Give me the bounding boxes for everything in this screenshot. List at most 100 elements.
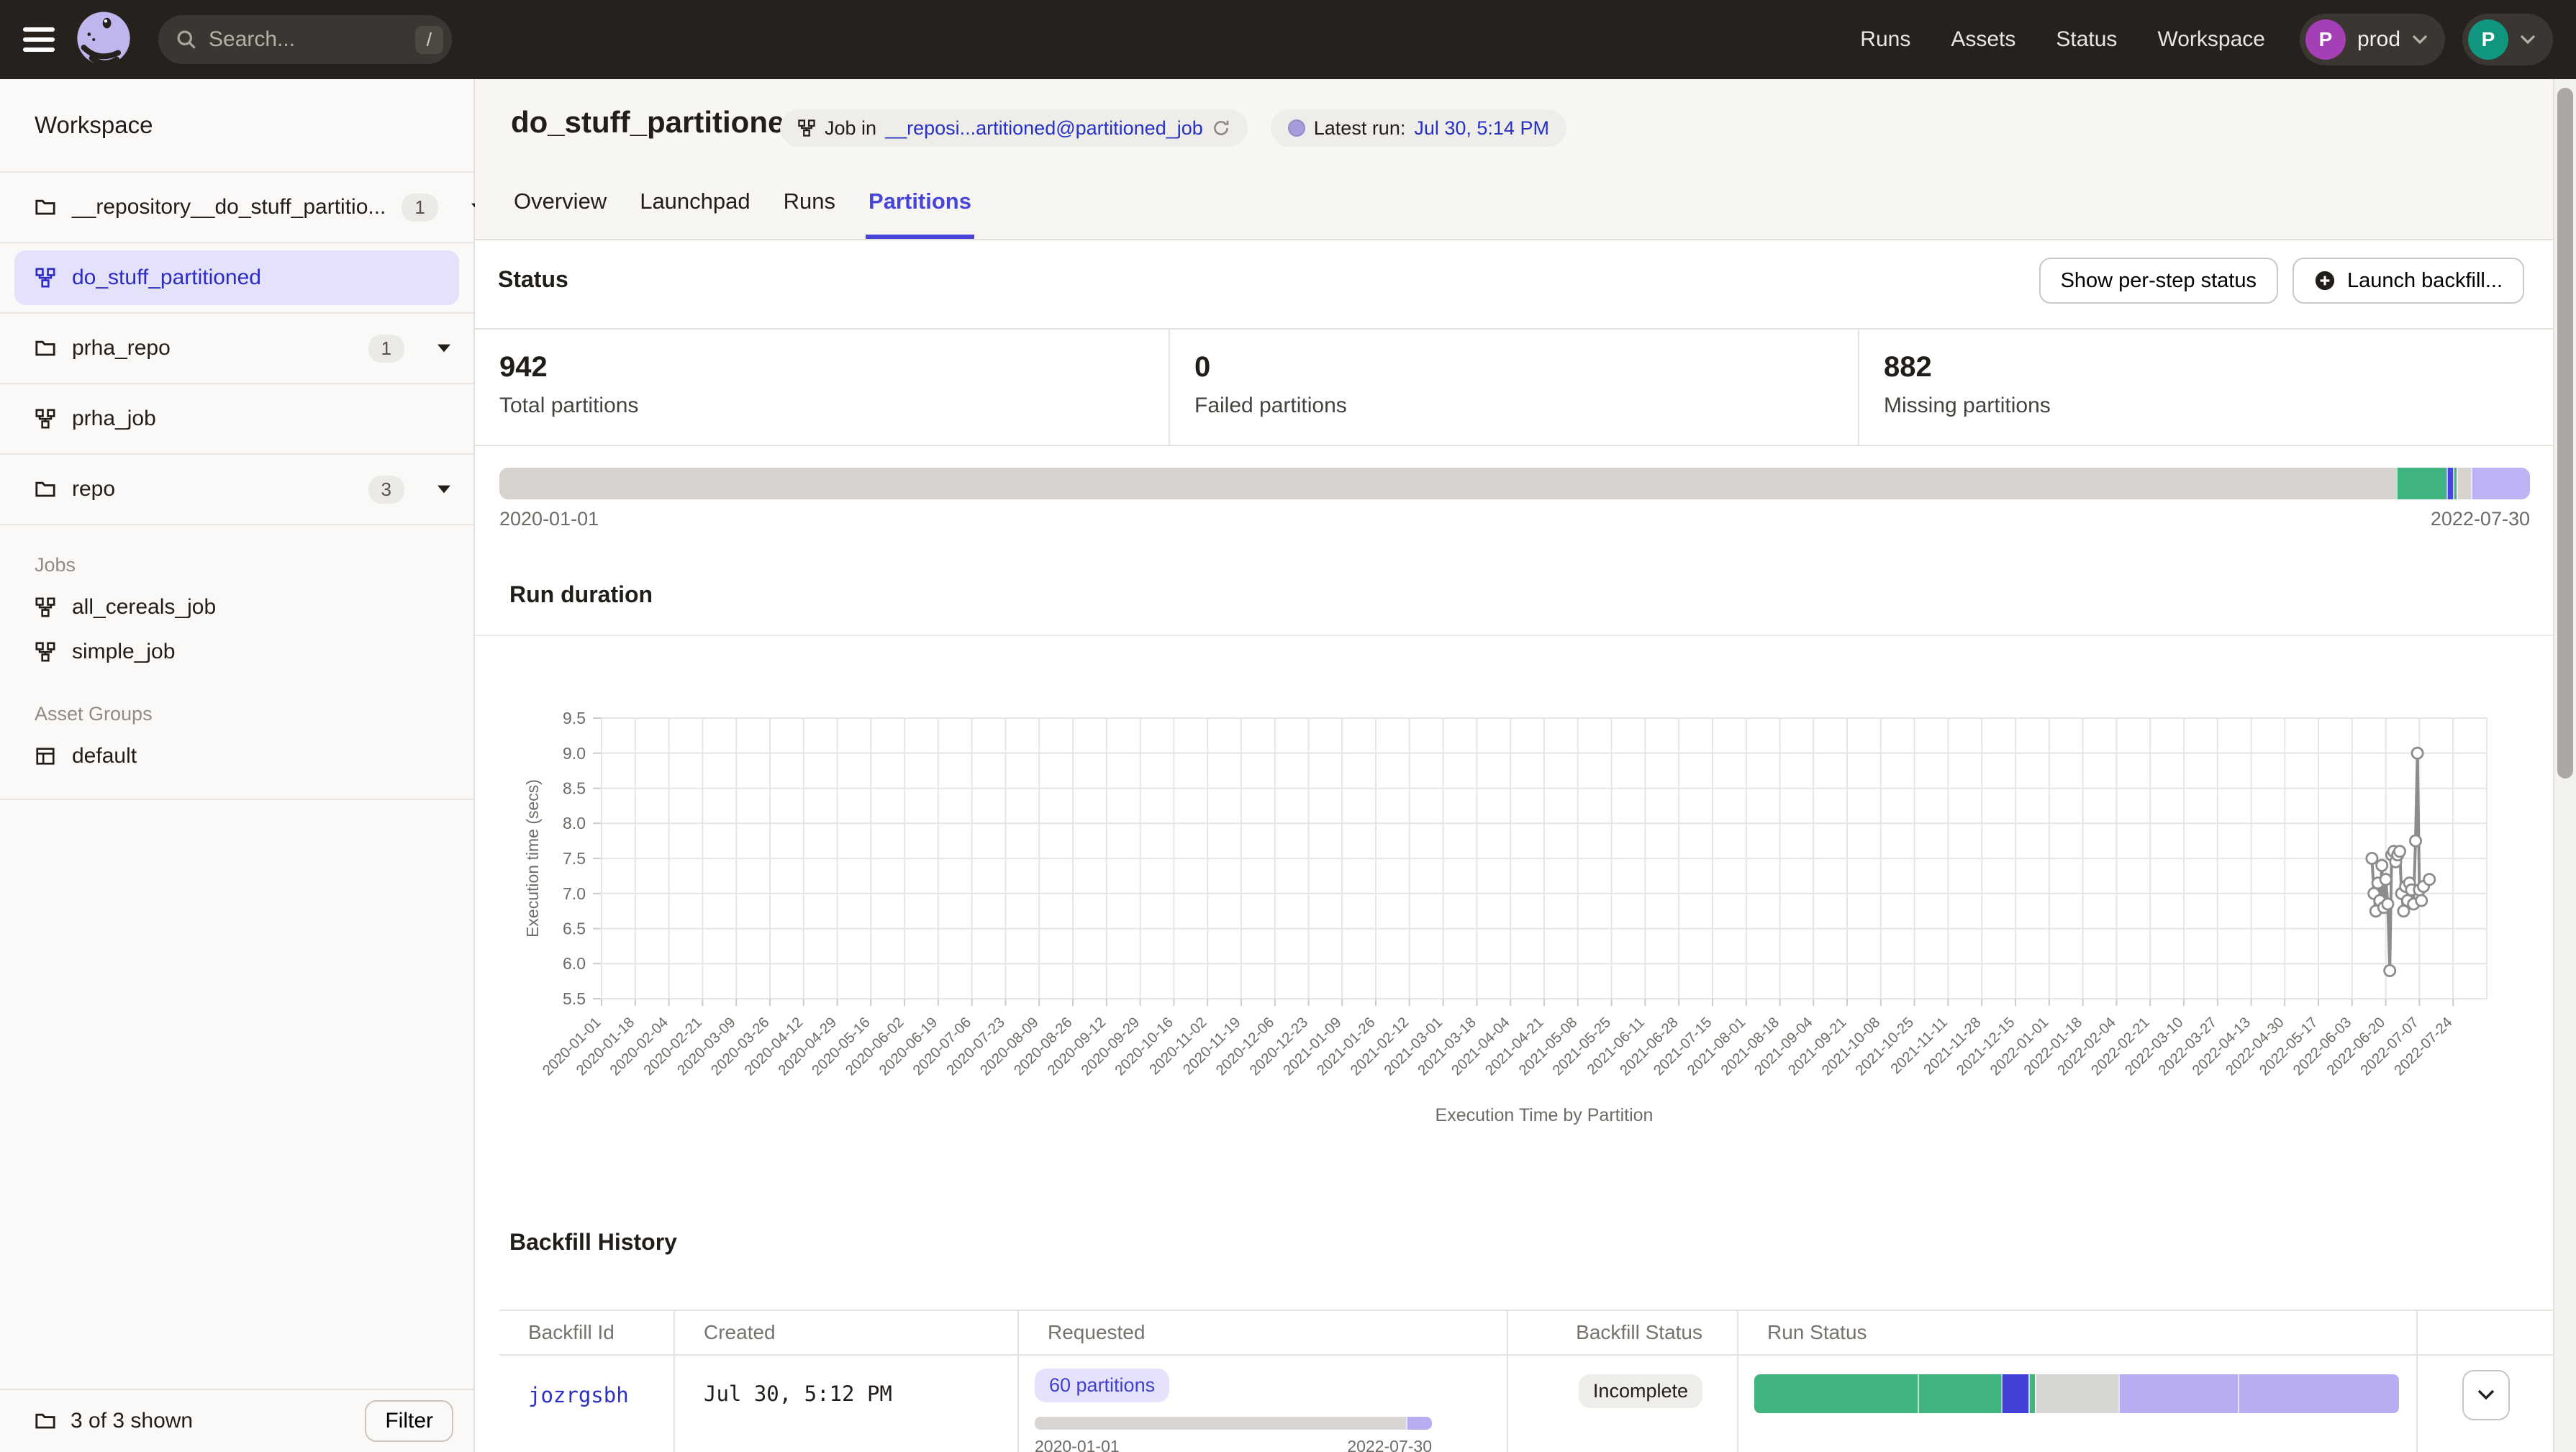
col-run-status: Run Status: [1737, 1311, 2416, 1354]
job-tabs: Overview Launchpad Runs Partitions: [511, 189, 974, 239]
job-icon: [35, 641, 56, 663]
search-icon: [176, 29, 197, 50]
search-shortcut-key: /: [415, 26, 443, 54]
svg-text:Execution Time by Partition: Execution Time by Partition: [1436, 1105, 1654, 1125]
main-content: do_stuff_partitioned Job in __reposi...a…: [475, 79, 2576, 1452]
count-badge: 1: [368, 335, 404, 363]
asset-groups-section: Asset Groups default: [0, 674, 473, 800]
sidebar-job-simple_job[interactable]: simple_job: [0, 630, 473, 674]
backfill-history-table: Backfill Id Created Requested Backfill S…: [499, 1310, 2553, 1452]
launch-backfill-button[interactable]: Launch backfill...: [2292, 258, 2524, 304]
show-per-step-status-button[interactable]: Show per-step status: [2039, 258, 2278, 304]
search-input[interactable]: Search... /: [158, 15, 452, 64]
job-icon: [797, 119, 816, 137]
expand-row-button[interactable]: [2462, 1370, 2510, 1420]
sidebar-asset-group-default[interactable]: default: [0, 734, 473, 779]
status-heading: Status: [498, 266, 568, 293]
requested-range-end: 2022-07-30: [1347, 1437, 1432, 1452]
nav-link-assets[interactable]: Assets: [1951, 27, 2015, 52]
refresh-icon[interactable]: [1212, 119, 1230, 137]
vertical-scrollbar[interactable]: [2553, 79, 2576, 1452]
table-row: jozrgsbh Jul 30, 5:12 PM 60 partitions 2…: [499, 1356, 2553, 1452]
svg-text:9.0: 9.0: [563, 744, 586, 763]
workspace-sidebar: Workspace __repository__do_stuff_partiti…: [0, 79, 475, 1452]
svg-text:7.5: 7.5: [563, 849, 586, 868]
partition-stats: 942Total partitions0Failed partitions882…: [475, 328, 2553, 446]
stat-missing-partitions: 882Missing partitions: [1858, 330, 2553, 445]
svg-text:6.5: 6.5: [563, 920, 586, 938]
run-duration-chart: 5.56.06.57.07.58.08.59.09.52020-01-01202…: [499, 694, 2514, 1133]
partition-status-bar[interactable]: [499, 468, 2530, 499]
stat-failed-partitions: 0Failed partitions: [1169, 330, 1858, 445]
search-placeholder: Search...: [209, 27, 415, 52]
tab-overview[interactable]: Overview: [511, 189, 609, 239]
folder-icon: [35, 196, 56, 218]
job-origin-tag: Job in __reposi...artitioned@partitioned…: [780, 109, 1248, 147]
requested-range-start: 2020-01-01: [1035, 1437, 1120, 1452]
col-actions: [2416, 1311, 2553, 1354]
nav-link-workspace[interactable]: Workspace: [2157, 27, 2265, 52]
stat-total-partitions: 942Total partitions: [475, 330, 1169, 445]
svg-text:8.5: 8.5: [563, 779, 586, 798]
svg-text:7.0: 7.0: [563, 884, 586, 903]
scrollbar-thumb[interactable]: [2557, 88, 2573, 779]
tab-launchpad[interactable]: Launchpad: [637, 189, 753, 239]
job-origin-prefix: Job in: [825, 117, 876, 140]
sidebar-job-all_cereals_job[interactable]: all_cereals_job: [0, 585, 473, 630]
deployment-name: prod: [2357, 27, 2400, 52]
sidebar-title: Workspace: [0, 79, 473, 173]
chevron-down-icon: [2520, 35, 2536, 45]
page-title: do_stuff_partitioned: [511, 105, 803, 140]
tab-partitions[interactable]: Partitions: [866, 189, 974, 239]
nav-link-status[interactable]: Status: [2056, 27, 2117, 52]
requested-partitions-chip[interactable]: 60 partitions: [1035, 1369, 1169, 1402]
dropdown-caret-icon[interactable]: [437, 344, 450, 353]
dagster-logo-icon[interactable]: [72, 8, 135, 71]
sidebar-item-do-stuff-partitioned[interactable]: do_stuff_partitioned: [0, 243, 473, 314]
dropdown-caret-icon[interactable]: [437, 485, 450, 494]
sidebar-item-prha-repo[interactable]: prha_repo1: [0, 314, 473, 384]
deployment-avatar: P: [2305, 19, 2346, 60]
partition-range-start: 2020-01-01: [499, 508, 599, 530]
asset-group-icon: [35, 745, 56, 767]
run-status-dot: [1288, 119, 1305, 137]
dagster-app: Search... / Runs Assets Status Workspace P …: [0, 0, 2576, 1452]
nav-link-runs[interactable]: Runs: [1860, 27, 1910, 52]
job-icon: [35, 267, 56, 289]
jobs-section: Jobs all_cereals_jobsimple_job: [0, 525, 473, 674]
run-status-bar[interactable]: [1754, 1374, 2399, 1413]
job-origin-link[interactable]: __reposi...artitioned@partitioned_job: [885, 117, 1203, 140]
col-backfill-id: Backfill Id: [499, 1311, 674, 1354]
tab-runs[interactable]: Runs: [781, 189, 838, 239]
job-icon: [35, 596, 56, 618]
menu-icon[interactable]: [23, 22, 55, 58]
backfill-status-badge: Incomplete: [1579, 1374, 1702, 1408]
svg-text:Execution time (secs): Execution time (secs): [523, 779, 542, 938]
workspace-repo-list: __repository__do_stuff_partitio...1do_st…: [0, 173, 473, 525]
latest-run-link[interactable]: Jul 30, 5:14 PM: [1414, 117, 1549, 140]
chevron-down-icon: [2477, 1389, 2495, 1401]
filter-button[interactable]: Filter: [365, 1400, 453, 1442]
svg-text:9.5: 9.5: [563, 709, 586, 727]
user-menu[interactable]: P: [2462, 14, 2553, 65]
latest-run-tag: Latest run: Jul 30, 5:14 PM: [1271, 109, 1566, 147]
col-requested: Requested: [1017, 1311, 1507, 1354]
sidebar-item-repo[interactable]: repo3: [0, 455, 473, 525]
sidebar-footer: 3 of 3 shown Filter: [0, 1389, 473, 1452]
sidebar-item--repository-do-stuff-partitio-[interactable]: __repository__do_stuff_partitio...1: [0, 173, 473, 243]
chevron-down-icon: [2412, 35, 2428, 45]
asset-groups-list: default: [0, 734, 473, 779]
run-duration-heading: Run duration: [509, 581, 653, 608]
jobs-section-label: Jobs: [0, 543, 473, 585]
jobs-list: all_cereals_jobsimple_job: [0, 585, 473, 674]
svg-text:8.0: 8.0: [563, 814, 586, 832]
svg-text:5.5: 5.5: [563, 989, 586, 1008]
folder-icon: [35, 478, 56, 500]
job-header: do_stuff_partitioned Job in __reposi...a…: [475, 79, 2576, 240]
sidebar-item-prha-job[interactable]: prha_job: [0, 384, 473, 455]
deployment-switcher[interactable]: P prod: [2300, 14, 2445, 65]
partition-range-end: 2022-07-30: [2431, 508, 2530, 530]
top-nav-links: Runs Assets Status Workspace: [1860, 27, 2265, 52]
backfill-id-link[interactable]: jozrgsbh: [528, 1383, 629, 1407]
repo-count-label: 3 of 3 shown: [71, 1409, 193, 1433]
